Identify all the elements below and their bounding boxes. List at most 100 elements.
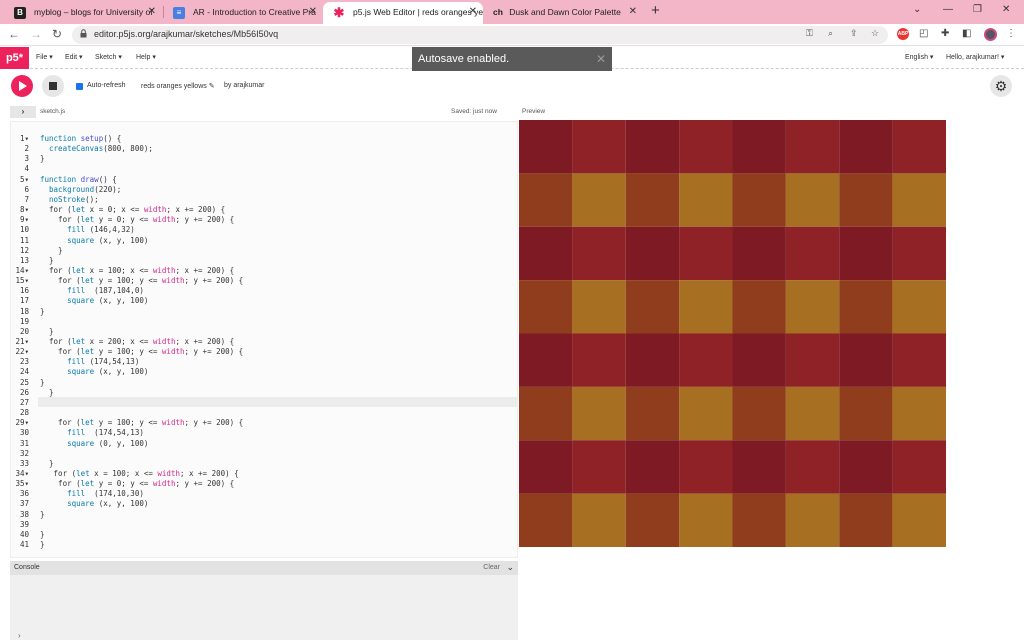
- console-clear-button[interactable]: Clear: [483, 564, 500, 571]
- line-number: 13: [19, 255, 29, 265]
- code-line[interactable]: fill (187,104,0): [40, 286, 144, 295]
- restore-icon[interactable]: ❐: [973, 4, 982, 15]
- code-editor[interactable]: 1▾ function setup() {2 createCanvas(800, …: [10, 121, 518, 558]
- code-line[interactable]: for (let y = 0; y <= width; y += 200) {: [40, 479, 234, 488]
- code-line[interactable]: for (let x = 100; x <= width; x += 200) …: [40, 266, 234, 275]
- code-line[interactable]: }: [40, 307, 45, 316]
- bookmark-star-icon[interactable]: ☆: [871, 28, 879, 39]
- code-line[interactable]: square (x, y, 100): [40, 296, 148, 305]
- code-line[interactable]: for (let y = 100; y <= width; y += 200) …: [40, 347, 243, 356]
- code-line[interactable]: }: [40, 540, 45, 549]
- language-menu[interactable]: English ▾: [905, 53, 933, 61]
- code-line[interactable]: function draw() {: [40, 175, 117, 184]
- toast-close-icon[interactable]: ✕: [596, 47, 606, 71]
- code-line[interactable]: square (0, y, 100): [40, 439, 148, 448]
- code-line[interactable]: square (x, y, 100): [40, 236, 148, 245]
- play-button[interactable]: [11, 75, 33, 97]
- menu-sketch[interactable]: Sketch ▾: [95, 53, 122, 61]
- line-number: 20: [19, 326, 29, 336]
- code-line[interactable]: }: [40, 388, 54, 397]
- code-line[interactable]: }: [40, 378, 45, 387]
- code-line[interactable]: fill (174,54,13): [40, 357, 139, 366]
- adblock-icon[interactable]: ABP: [897, 28, 909, 40]
- forward-icon[interactable]: →: [30, 27, 42, 41]
- canvas-square: [839, 386, 893, 441]
- line-number: 7: [24, 194, 29, 204]
- preview-canvas[interactable]: [519, 120, 946, 547]
- tab-p5js[interactable]: ✱ p5.js Web Editor | reds oranges ye ✕: [323, 2, 483, 24]
- p5-logo[interactable]: p5*: [0, 47, 29, 69]
- url-omnibox[interactable]: editor.p5js.org/arajkumar/sketches/Mb56I…: [72, 26, 888, 44]
- sketch-name[interactable]: reds oranges yellows ✎: [141, 82, 215, 90]
- canvas-square: [785, 280, 840, 334]
- menu-file[interactable]: File ▾: [36, 53, 53, 61]
- line-number: 4: [24, 164, 29, 174]
- code-line[interactable]: }: [40, 459, 54, 468]
- canvas-square: [732, 173, 786, 227]
- code-line[interactable]: for (let x = 200; x <= width; x += 200) …: [40, 337, 234, 346]
- stop-button[interactable]: [42, 75, 64, 97]
- close-icon[interactable]: ✕: [629, 2, 637, 22]
- sidebar-toggle-button[interactable]: ›: [10, 106, 36, 118]
- code-line[interactable]: }: [40, 530, 45, 539]
- code-line[interactable]: }: [40, 246, 63, 255]
- kebab-menu-icon[interactable]: ⋮: [1006, 28, 1016, 39]
- code-line[interactable]: for (let x = 0; x <= width; x += 200) {: [40, 205, 225, 214]
- puzzle-icon[interactable]: ✚: [941, 28, 949, 39]
- close-icon[interactable]: ✕: [469, 2, 477, 22]
- key-icon[interactable]: ⚿: [806, 28, 813, 39]
- code-line[interactable]: for (let y = 100; y <= width; y += 200) …: [40, 418, 243, 427]
- sidepanel-icon[interactable]: ◧: [962, 28, 971, 39]
- console-prompt[interactable]: ›: [18, 631, 21, 640]
- code-line[interactable]: }: [40, 327, 54, 336]
- extension-icon[interactable]: ◰: [919, 28, 928, 39]
- code-line[interactable]: for (let y = 0; y <= width; y += 200) {: [40, 215, 234, 224]
- code-line[interactable]: background(220);: [40, 185, 121, 194]
- zoom-icon[interactable]: ⌕: [828, 28, 833, 39]
- share-icon[interactable]: ⇪: [850, 28, 858, 39]
- code-line[interactable]: fill (146,4,32): [40, 225, 135, 234]
- chevron-down-icon[interactable]: ⌄: [506, 562, 514, 573]
- profile-avatar[interactable]: [984, 28, 997, 41]
- tab-myblog[interactable]: B myblog – blogs for University of ✕: [4, 2, 162, 24]
- settings-gear-icon[interactable]: ⚙: [990, 75, 1012, 97]
- canvas-square: [839, 173, 893, 227]
- code-line[interactable]: }: [40, 154, 45, 163]
- new-tab-icon[interactable]: +: [651, 2, 660, 19]
- canvas-square: [679, 333, 733, 387]
- code-line[interactable]: createCanvas(800, 800);: [40, 144, 153, 153]
- window-close-icon[interactable]: ✕: [1002, 4, 1010, 15]
- code-line[interactable]: for (let y = 100; y <= width; y += 200) …: [40, 276, 243, 285]
- code-line[interactable]: function setup() {: [40, 134, 121, 143]
- line-number: 12: [19, 245, 29, 255]
- back-icon[interactable]: ←: [8, 27, 20, 41]
- code-line[interactable]: for (let x = 100; x <= width; x += 200) …: [40, 469, 239, 478]
- file-name: sketch.js: [40, 108, 66, 115]
- code-line[interactable]: }: [40, 256, 54, 265]
- canvas-square: [519, 120, 573, 174]
- tab-dusk-dawn[interactable]: ch Dusk and Dawn Color Palette ✕: [483, 2, 643, 24]
- line-number: 8▾: [19, 205, 29, 215]
- code-line[interactable]: fill (174,54,13): [40, 428, 144, 437]
- line-number: 18: [19, 306, 29, 316]
- user-menu[interactable]: Hello, arajkumar! ▾: [946, 53, 1004, 61]
- reload-icon[interactable]: ↻: [52, 27, 62, 41]
- close-icon[interactable]: ✕: [148, 2, 156, 22]
- close-icon[interactable]: ✕: [309, 2, 317, 22]
- code-line[interactable]: noStroke();: [40, 195, 99, 204]
- code-line[interactable]: square (x, y, 100): [40, 367, 148, 376]
- canvas-square: [732, 386, 786, 441]
- canvas-square: [572, 386, 626, 441]
- tab-search-icon[interactable]: ⌄: [913, 4, 921, 15]
- tab-ar-intro[interactable]: ≡ AR - Introduction to Creative Pra ✕: [163, 2, 323, 24]
- menu-help[interactable]: Help ▾: [136, 53, 156, 61]
- code-line[interactable]: }: [40, 510, 45, 519]
- code-line[interactable]: square (x, y, 100): [40, 499, 148, 508]
- code-line[interactable]: fill (174,10,30): [40, 489, 144, 498]
- line-number: 21▾: [15, 337, 29, 346]
- menu-edit[interactable]: Edit ▾: [65, 53, 83, 61]
- line-number: 31: [19, 438, 29, 448]
- minimize-icon[interactable]: —: [943, 4, 953, 15]
- line-number: 34▾: [15, 468, 29, 478]
- auto-refresh-checkbox[interactable]: [76, 83, 83, 90]
